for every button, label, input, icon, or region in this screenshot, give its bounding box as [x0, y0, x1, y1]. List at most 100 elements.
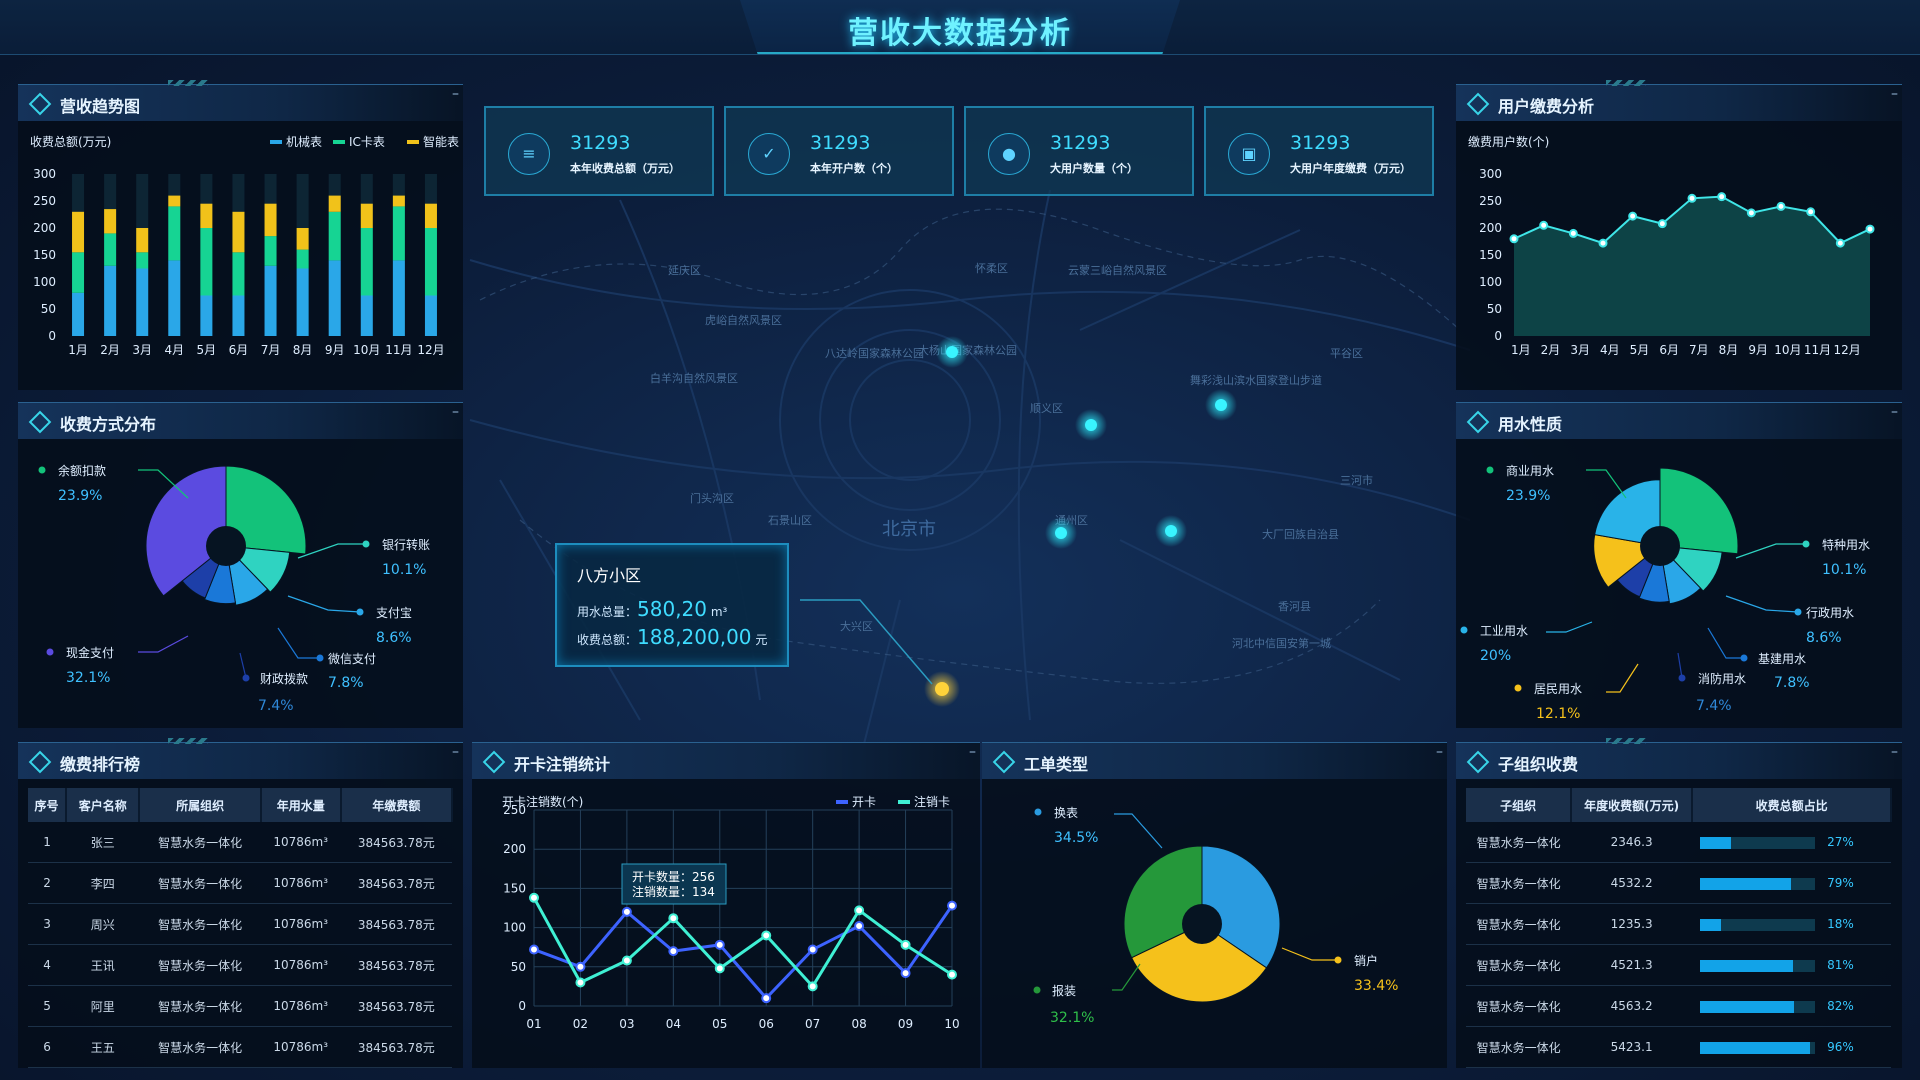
map-marker[interactable]: [936, 336, 968, 368]
data-point: [761, 930, 772, 941]
pie-hole: [1640, 526, 1680, 566]
table-row[interactable]: 智慧水务一体化 4532.2 79%: [1466, 862, 1891, 904]
column-header: 年用水量: [260, 788, 342, 822]
legend-swatch: [898, 800, 910, 804]
table-row[interactable]: 智慧水务一体化 1235.3 18%: [1466, 903, 1891, 945]
table-row[interactable]: 智慧水务一体化 2346.3 27%: [1466, 822, 1891, 863]
ratio-bar-fill: [1700, 1000, 1795, 1013]
slice-name: 工业用水: [1480, 624, 1528, 638]
y-tick-label: 150: [503, 881, 526, 895]
leader-line: [138, 635, 189, 653]
minimize-icon[interactable]: –: [452, 86, 459, 102]
legend-swatch: [836, 800, 848, 804]
data-point: [1865, 224, 1875, 234]
y-axis-label: 缴费用户数(个): [1468, 134, 1549, 149]
table-row[interactable]: 1 张三 智慧水务一体化 10786m³ 384563.78元: [28, 822, 452, 863]
legend-dot: [38, 466, 46, 474]
org-amount: 2346.3: [1571, 822, 1693, 863]
map-marker[interactable]: [1075, 409, 1107, 441]
table-row[interactable]: 2 李四 智慧水务一体化 10786m³ 384563.78元: [28, 862, 452, 904]
x-tick-label: 9月: [325, 343, 345, 357]
data-point: [621, 906, 632, 917]
stat-card[interactable]: ▣ 31293 大用户年度缴费（万元）: [1204, 106, 1434, 196]
table-cell: 智慧水务一体化: [139, 903, 261, 945]
x-tick-label: 1月: [1511, 343, 1531, 357]
map-marker[interactable]: [1155, 515, 1187, 547]
table-row[interactable]: 5 阿里 智慧水务一体化 10786m³ 384563.78元: [28, 985, 452, 1027]
minimize-icon[interactable]: –: [452, 404, 459, 420]
x-tick-label: 05: [712, 1017, 727, 1031]
stat-label: 本年收费总额（万元）: [570, 162, 680, 175]
pie-hole: [206, 526, 246, 566]
bar-segment: [360, 295, 373, 336]
data-point: [621, 955, 632, 966]
table-cell: 1: [28, 822, 67, 863]
stat-label: 大用户数量（个）: [1050, 162, 1138, 175]
leader-line: [1114, 813, 1163, 849]
table-row[interactable]: 6 王五 智慧水务一体化 10786m³ 384563.78元: [28, 1026, 452, 1068]
stat-card[interactable]: ● 31293 大用户数量（个）: [964, 106, 1194, 196]
x-tick-label: 12月: [1834, 343, 1861, 357]
y-tick-label: 300: [1479, 167, 1502, 181]
stat-label: 大用户年度缴费（万元）: [1290, 162, 1411, 175]
table-row[interactable]: 智慧水务一体化 4563.2 82%: [1466, 985, 1891, 1027]
org-ratio-cell: 79%: [1692, 862, 1891, 904]
map-marker[interactable]: [1045, 517, 1077, 549]
ratio-bar-fill: [1700, 836, 1732, 849]
y-tick-label: 200: [503, 842, 526, 856]
map-marker-selected[interactable]: [924, 671, 960, 707]
table-row[interactable]: 智慧水务一体化 5423.1 96%: [1466, 1026, 1891, 1068]
minimize-icon[interactable]: –: [1891, 86, 1898, 102]
slice-name: 商业用水: [1506, 463, 1554, 478]
location-popup[interactable]: 八方小区 用水总量：580,20 m³ 收费总额：188,200,00 元: [555, 543, 789, 667]
legend-dot: [1514, 684, 1522, 692]
bar-segment: [264, 203, 277, 237]
minimize-icon[interactable]: –: [1891, 744, 1898, 760]
y-tick-label: 250: [33, 194, 56, 208]
x-tick-label: 7月: [261, 343, 281, 357]
table-cell: 2: [28, 862, 67, 904]
slice-percent: 33.4%: [1354, 978, 1398, 994]
stat-card[interactable]: ≡ 31293 本年收费总额（万元）: [484, 106, 714, 196]
data-point: [1717, 192, 1727, 202]
panel-title: 用户缴费分析: [1498, 97, 1595, 116]
map-marker[interactable]: [1205, 389, 1237, 421]
minimize-icon[interactable]: –: [1436, 744, 1443, 760]
table-cell: 智慧水务一体化: [139, 822, 261, 863]
slice-percent: 7.8%: [1774, 675, 1810, 691]
table-cell: 384563.78元: [340, 862, 452, 904]
stat-card[interactable]: ✓ 31293 本年开户数（个）: [724, 106, 954, 196]
data-point: [1539, 220, 1549, 230]
table-row[interactable]: 4 王讯 智慧水务一体化 10786m³ 384563.78元: [28, 944, 452, 986]
revenue-bar-chart: 收费总额(万元) 机械表 IC卡表 智能表 0 50 100 150 200 250 300 1月 2月…: [30, 134, 459, 357]
data-point: [1657, 219, 1667, 229]
tooltip-line: 开卡数量：256: [632, 869, 715, 884]
bar-segment: [136, 228, 149, 253]
x-tick-label: 5月: [1630, 343, 1650, 357]
minimize-icon[interactable]: –: [969, 744, 976, 760]
table-row[interactable]: 智慧水务一体化 4521.3 81%: [1466, 944, 1891, 986]
legend-label: 注销卡: [914, 794, 950, 809]
diamond-icon: [992, 750, 1016, 774]
table-cell: 6: [28, 1026, 67, 1068]
popup-title: 八方小区: [577, 566, 642, 585]
slice-percent: 20%: [1480, 648, 1511, 664]
slice-percent: 8.6%: [376, 630, 412, 646]
minimize-icon[interactable]: –: [452, 744, 459, 760]
data-point: [1746, 208, 1756, 218]
x-tick-label: 10月: [1774, 343, 1801, 357]
leader-line: [287, 595, 361, 613]
ratio-bar: [1700, 1041, 1816, 1054]
leader-line: [239, 652, 247, 679]
bar-segment: [264, 236, 277, 266]
panel-header: 营收趋势图 –: [18, 80, 463, 121]
diamond-icon: [1466, 750, 1490, 774]
table-row[interactable]: 3 周兴 智慧水务一体化 10786m³ 384563.78元: [28, 903, 452, 945]
bar-segment: [392, 206, 405, 261]
panel-title: 用水性质: [1498, 415, 1563, 434]
table-cell: 384563.78元: [340, 985, 452, 1027]
org-amount: 4532.2: [1571, 862, 1693, 904]
minimize-icon[interactable]: –: [1891, 404, 1898, 420]
bar-segment: [72, 292, 85, 336]
org-name: 智慧水务一体化: [1466, 1026, 1572, 1068]
